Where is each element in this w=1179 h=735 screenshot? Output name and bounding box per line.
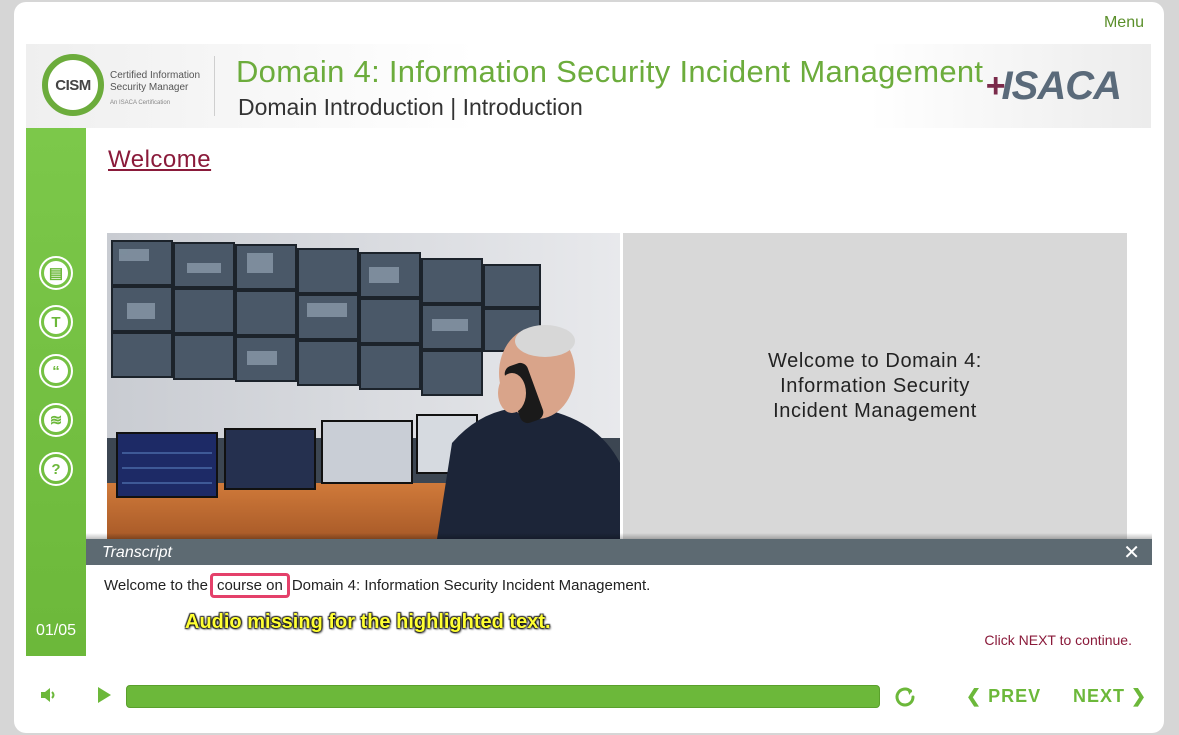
help-icon[interactable]: ?: [39, 452, 73, 486]
isaca-logo-text: ISACA: [1001, 64, 1122, 108]
highlighted-text: course on: [209, 573, 290, 598]
click-next-hint: Click NEXT to continue.: [984, 632, 1132, 648]
notes-icon[interactable]: ▤: [39, 256, 73, 290]
control-room-photo: [107, 233, 620, 539]
course-subtitle: Domain Introduction | Introduction: [238, 94, 583, 120]
next-label: NEXT: [1073, 686, 1126, 706]
isaca-logo: + ISACA: [986, 64, 1122, 109]
next-button[interactable]: NEXT ❯: [1073, 686, 1147, 707]
replay-icon[interactable]: [893, 685, 917, 709]
transcript-icon[interactable]: T: [39, 305, 73, 339]
cism-tagline-line1: Certified Information: [110, 70, 201, 81]
close-icon[interactable]: ✕: [1123, 540, 1140, 565]
left-sidebar: ▤ T “ ≋ ? 01/05: [26, 128, 86, 656]
chevron-left-icon: ❮: [966, 686, 989, 706]
course-player-frame: Menu CISM Certified Information Security…: [14, 2, 1164, 733]
prev-label: PREV: [988, 686, 1042, 706]
page-counter: 01/05: [35, 622, 77, 639]
quote-icon[interactable]: “: [39, 354, 73, 388]
transcript-title: Transcript: [102, 544, 172, 561]
transcript-text: Welcome to the course on Domain 4: Informa…: [104, 573, 651, 598]
welcome-panel: Welcome to Domain 4: Information Securit…: [623, 233, 1127, 539]
welcome-message: Welcome to Domain 4: Information Securit…: [768, 349, 982, 422]
play-icon[interactable]: [96, 686, 112, 704]
transcript-text-before: Welcome to the: [104, 577, 208, 594]
audio-missing-annotation: Audio missing for the highlighted text.: [185, 611, 551, 633]
course-title: Domain 4: Information Security Incident …: [236, 54, 984, 89]
chevron-right-icon: ❯: [1125, 686, 1148, 706]
menu-link[interactable]: Menu: [1104, 14, 1144, 32]
cism-tagline: Certified Information Security Manager: [110, 70, 200, 94]
prev-button[interactable]: ❮ PREV: [966, 686, 1041, 707]
transcript-text-after: Domain 4: Information Security Incident …: [291, 577, 651, 594]
progress-bar[interactable]: [126, 685, 880, 708]
cism-tagline-line2: Security Manager: [110, 82, 189, 93]
banner-divider: [214, 56, 215, 116]
page-heading: Welcome: [108, 146, 212, 173]
cism-logo-text: CISM: [55, 76, 91, 94]
cism-subtagline: An ISACA Certification: [110, 100, 171, 106]
control-room-illustration: [107, 233, 620, 539]
speaker-icon[interactable]: [39, 685, 59, 705]
course-banner: CISM Certified Information Security Mana…: [26, 44, 1151, 128]
transcript-header: Transcript ✕: [86, 539, 1152, 565]
cism-logo: CISM: [42, 54, 104, 116]
layers-icon[interactable]: ≋: [39, 403, 73, 437]
progress-fill: [126, 685, 880, 708]
